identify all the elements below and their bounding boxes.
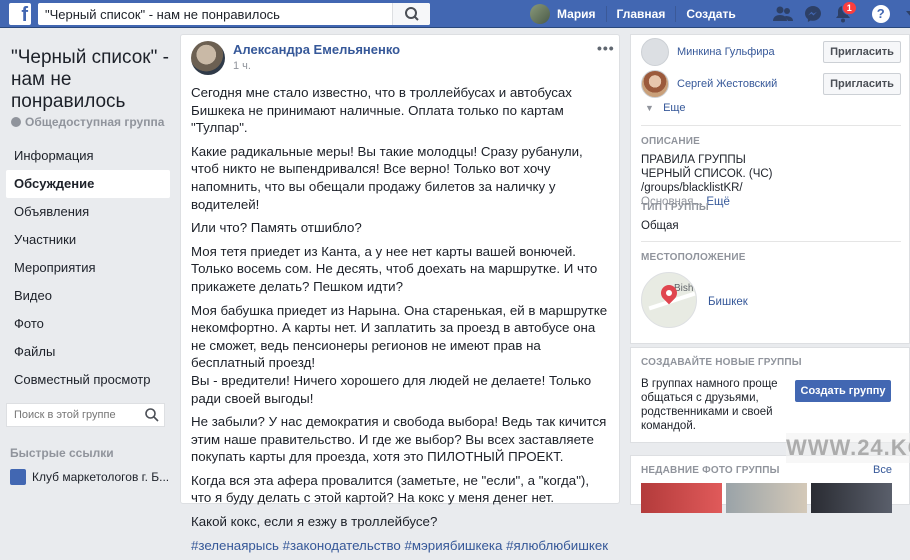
suggestion-name[interactable]: Сергей Жестовский bbox=[677, 78, 823, 90]
friend-requests-button[interactable] bbox=[768, 0, 798, 28]
friends-icon bbox=[772, 6, 793, 21]
nav-item-videos[interactable]: Видео bbox=[6, 282, 170, 310]
group-nav: Информация Обсуждение Объявления Участни… bbox=[6, 142, 170, 394]
quick-link-label: Клуб маркетологов г. Б... bbox=[32, 470, 170, 484]
description-more-link[interactable]: Ещё bbox=[706, 196, 730, 208]
create-group-card: СОЗДАВАЙТЕ НОВЫЕ ГРУППЫ В группах намног… bbox=[630, 347, 910, 443]
post-paragraph: Какие радикальные меры! Вы такие молодцы… bbox=[191, 143, 583, 212]
post-paragraph: Или что? Память отшибло? bbox=[191, 220, 362, 236]
group-type-value: Общая bbox=[641, 220, 679, 232]
help-button[interactable]: ? bbox=[866, 0, 896, 28]
nav-item-files[interactable]: Файлы bbox=[6, 338, 170, 366]
nav-item-watch-party[interactable]: Совместный просмотр bbox=[6, 366, 170, 394]
divider bbox=[641, 241, 901, 242]
watermark: WWW.24.KG bbox=[786, 433, 910, 463]
description-text: ПРАВИЛА ГРУППЫ ЧЕРНЫЙ СПИСОК. (ЧС) /grou… bbox=[641, 153, 896, 209]
group-search-box bbox=[6, 403, 165, 427]
quick-links-heading: Быстрые ссылки bbox=[10, 446, 114, 460]
globe-icon bbox=[11, 117, 21, 127]
post-author[interactable]: Александра Емельяненко bbox=[233, 42, 400, 57]
author-avatar[interactable] bbox=[191, 41, 225, 75]
group-icon bbox=[10, 469, 26, 485]
group-type-heading: ТИП ГРУППЫ bbox=[641, 202, 709, 213]
search-box bbox=[38, 3, 430, 25]
top-bar: f Мария Главная Создать 1 ? bbox=[0, 0, 910, 28]
search-icon bbox=[405, 7, 419, 21]
avatar[interactable] bbox=[641, 70, 669, 98]
post-paragraph: Когда вся эта афера провалится (заметьте… bbox=[191, 472, 590, 506]
profile-link[interactable]: Мария bbox=[557, 6, 607, 22]
search-button[interactable] bbox=[392, 3, 430, 25]
chevron-down-icon: ▼ bbox=[645, 103, 654, 113]
create-link[interactable]: Создать bbox=[676, 6, 745, 22]
avatar[interactable] bbox=[530, 4, 550, 24]
divider bbox=[641, 125, 901, 126]
post-paragraph: Какой кокс, если я езжу в троллейбусе? bbox=[191, 514, 438, 530]
avatar[interactable] bbox=[641, 38, 669, 66]
location-map[interactable]: Bish bbox=[641, 272, 697, 328]
post-card: Александра Емельяненко 1 ч. ••• Сегодня … bbox=[180, 34, 620, 553]
post-timestamp[interactable]: 1 ч. bbox=[233, 60, 251, 72]
see-all-photos-link[interactable]: Все bbox=[873, 464, 892, 476]
see-more-label: Еще bbox=[663, 102, 686, 114]
suggestion-name[interactable]: Минкина Гульфира bbox=[677, 46, 823, 58]
nav-item-members[interactable]: Участники bbox=[6, 226, 170, 254]
nav-item-announcements[interactable]: Объявления bbox=[6, 198, 170, 226]
post-paragraph: Моя тетя приедет из Канта, а у нее нет к… bbox=[191, 243, 598, 294]
photo-strip bbox=[641, 483, 892, 513]
top-nav: Мария Главная Создать 1 ? bbox=[530, 0, 910, 28]
post-text: Сегодня мне стало известно, что в тролле… bbox=[191, 84, 611, 560]
notification-badge: 1 bbox=[841, 1, 857, 15]
create-groups-heading: СОЗДАВАЙТЕ НОВЫЕ ГРУППЫ bbox=[641, 357, 802, 368]
notifications-button[interactable]: 1 bbox=[828, 0, 858, 28]
group-title[interactable]: "Черный список" - нам не понравилось bbox=[11, 47, 171, 113]
suggestion-row: Минкина Гульфира Пригласить bbox=[641, 37, 901, 67]
messages-button[interactable] bbox=[798, 0, 828, 28]
search-input[interactable] bbox=[38, 3, 388, 25]
post-hashtags[interactable]: #зеленаярысь #законодательство #мэриябиш… bbox=[191, 537, 611, 555]
create-group-button[interactable]: Создать группу bbox=[795, 380, 891, 402]
more-options-icon[interactable]: ••• bbox=[597, 40, 615, 56]
description-heading: ОПИСАНИЕ bbox=[641, 136, 701, 147]
facebook-logo-icon[interactable]: f bbox=[9, 3, 31, 25]
invite-button[interactable]: Пригласить bbox=[823, 41, 901, 63]
messenger-icon bbox=[804, 6, 821, 22]
home-link[interactable]: Главная bbox=[607, 6, 677, 22]
group-privacy: Общедоступная группа bbox=[11, 115, 164, 129]
see-more-link[interactable]: ▼ Еще bbox=[645, 102, 685, 114]
post-paragraph: Сегодня мне стало известно, что в тролле… bbox=[191, 85, 572, 136]
about-card: Минкина Гульфира Пригласить Сергей Жесто… bbox=[630, 34, 910, 344]
suggestion-row: Сергей Жестовский Пригласить bbox=[641, 69, 901, 99]
photo-thumbnail[interactable] bbox=[811, 483, 892, 513]
post-paragraph: Моя бабушка приедет из Нарына. Она старе… bbox=[191, 302, 608, 406]
description-body: ПРАВИЛА ГРУППЫ ЧЕРНЫЙ СПИСОК. (ЧС) /grou… bbox=[641, 154, 773, 194]
nav-item-events[interactable]: Мероприятия bbox=[6, 254, 170, 282]
nav-item-discussion[interactable]: Обсуждение bbox=[6, 170, 170, 198]
search-icon[interactable] bbox=[144, 407, 160, 423]
post-paragraph: Не забыли? У нас демократия и свобода вы… bbox=[191, 414, 607, 465]
nav-item-photos[interactable]: Фото bbox=[6, 310, 170, 338]
create-groups-text: В группах намного проще общаться с друзь… bbox=[641, 378, 778, 432]
nav-item-info[interactable]: Информация bbox=[6, 142, 170, 170]
caret-down-icon bbox=[905, 11, 910, 17]
photo-thumbnail[interactable] bbox=[726, 483, 807, 513]
group-privacy-label: Общедоступная группа bbox=[25, 115, 165, 129]
location-link[interactable]: Бишкек bbox=[708, 296, 748, 308]
recent-photos-heading: НЕДАВНИЕ ФОТО ГРУППЫ bbox=[641, 465, 780, 476]
location-heading: МЕСТОПОЛОЖЕНИЕ bbox=[641, 252, 746, 263]
help-icon: ? bbox=[871, 5, 890, 23]
group-search-input[interactable] bbox=[7, 404, 142, 426]
account-menu-button[interactable] bbox=[896, 0, 910, 28]
invite-button[interactable]: Пригласить bbox=[823, 73, 901, 95]
photo-thumbnail[interactable] bbox=[641, 483, 722, 513]
quick-link-item[interactable]: Клуб маркетологов г. Б... bbox=[10, 469, 170, 485]
